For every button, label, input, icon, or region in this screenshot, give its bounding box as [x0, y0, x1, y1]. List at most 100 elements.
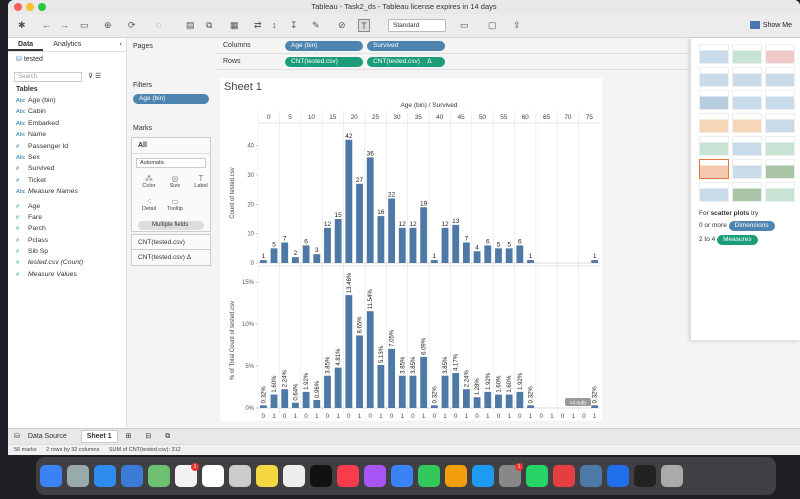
zoom-window-button[interactable]: [38, 3, 46, 11]
show-me-chart-thumbnail[interactable]: [732, 67, 762, 87]
marks-row-cnt-1[interactable]: CNT(tested.csv): [131, 234, 211, 250]
contacts-icon[interactable]: [229, 465, 251, 487]
tableau-icon[interactable]: [580, 465, 602, 487]
rows-pill-count[interactable]: CNT(tested.csv): [285, 56, 363, 67]
notes-icon[interactable]: [256, 465, 278, 487]
collapse-icon[interactable]: ‹: [120, 38, 126, 51]
show-me-chart-thumbnail[interactable]: [732, 44, 762, 64]
antivirus-icon[interactable]: [553, 465, 575, 487]
view-list-icon[interactable]: ☰: [95, 73, 101, 80]
show-me-chart-thumbnail[interactable]: [765, 90, 795, 110]
show-me-chart-thumbnail[interactable]: [732, 113, 762, 133]
tab-sheet-1[interactable]: Sheet 1: [80, 430, 118, 443]
swap-icon[interactable]: ⇄: [254, 19, 262, 32]
duplicate-icon[interactable]: ⧉: [206, 19, 212, 32]
columns-pill-survived[interactable]: Survived: [367, 40, 445, 51]
sort-asc-icon[interactable]: ↕: [272, 19, 277, 32]
field-item[interactable]: # Sib Sp: [8, 246, 126, 257]
close-window-button[interactable]: [14, 3, 22, 11]
field-item[interactable]: Abc Cabin: [8, 106, 126, 117]
tab-data-source[interactable]: ⛁ Data Source: [8, 433, 79, 440]
share-icon[interactable]: ⇪: [513, 19, 521, 32]
back-icon[interactable]: ←: [42, 19, 51, 32]
pages-card[interactable]: Pages: [127, 38, 215, 55]
tooltip-button[interactable]: ▭ Tooltip: [164, 197, 186, 217]
new-dashboard-icon[interactable]: ⊟: [139, 433, 157, 440]
filter-pill-age-bin[interactable]: Age (bin): [133, 94, 209, 104]
show-me-chart-thumbnail[interactable]: [699, 113, 729, 133]
refresh-icon[interactable]: ⟳: [128, 19, 136, 32]
field-item[interactable]: # Parch: [8, 223, 126, 234]
show-me-chart-thumbnail[interactable]: [732, 159, 762, 179]
appletv-icon[interactable]: [310, 465, 332, 487]
add-datasource-icon[interactable]: ⊕: [104, 19, 112, 32]
show-me-chart-thumbnail[interactable]: [732, 182, 762, 202]
show-me-chart-thumbnail[interactable]: [699, 67, 729, 87]
show-me-chart-thumbnail[interactable]: [732, 90, 762, 110]
group-icon[interactable]: ⊘: [338, 19, 346, 32]
field-item[interactable]: # Age: [8, 201, 126, 212]
size-button[interactable]: ◎ Size: [164, 174, 186, 194]
present-icon[interactable]: ▢: [488, 19, 497, 32]
safari-icon[interactable]: [94, 465, 116, 487]
show-me-chart-thumbnail[interactable]: [699, 182, 729, 202]
terminal-icon[interactable]: [634, 465, 656, 487]
maps-icon[interactable]: [148, 465, 170, 487]
filter-fields-icon[interactable]: ⊽: [88, 73, 93, 80]
new-story-icon[interactable]: ⧉: [159, 433, 176, 440]
datasource-item[interactable]: ⛁ tested: [8, 52, 126, 66]
mark-type-select[interactable]: Automatic: [136, 158, 206, 168]
show-me-chart-thumbnail[interactable]: [699, 44, 729, 64]
color-button[interactable]: ⁂ Color: [138, 174, 160, 194]
show-labels-icon[interactable]: T: [358, 19, 370, 32]
show-me-chart-thumbnail[interactable]: [765, 136, 795, 156]
sort-desc-icon[interactable]: ↧: [290, 19, 298, 32]
tab-data[interactable]: Data: [8, 38, 44, 51]
columns-pill-age-bin[interactable]: Age (bin): [285, 40, 363, 51]
field-item[interactable]: # Survived: [8, 163, 126, 174]
settings-icon[interactable]: 1: [499, 463, 523, 487]
keynote-icon[interactable]: [391, 465, 413, 487]
fix-axes-icon[interactable]: ▭: [460, 19, 469, 32]
mail-icon[interactable]: [121, 465, 143, 487]
appstore-icon[interactable]: [472, 465, 494, 487]
field-item[interactable]: # Measure Values: [8, 269, 126, 280]
field-item[interactable]: # Passenger Id: [8, 141, 126, 152]
detail-button[interactable]: ⁖ Detail: [138, 197, 160, 217]
new-sheet-icon[interactable]: ▤: [186, 19, 195, 32]
fit-select[interactable]: Standard: [388, 19, 446, 32]
field-item[interactable]: # Fare: [8, 212, 126, 223]
photos-icon[interactable]: 1: [175, 463, 199, 487]
highlight-icon[interactable]: ✎: [312, 19, 320, 32]
trash-icon[interactable]: [661, 465, 683, 487]
show-me-chart-thumbnail[interactable]: [699, 136, 729, 156]
show-me-chart-thumbnail[interactable]: [765, 159, 795, 179]
field-item[interactable]: Abc Sex: [8, 152, 126, 163]
field-item[interactable]: Abc Embarked: [8, 118, 126, 129]
show-me-chart-thumbnail[interactable]: [765, 44, 795, 64]
podcasts-icon[interactable]: [364, 465, 386, 487]
field-item[interactable]: # Ticket: [8, 175, 126, 186]
field-item[interactable]: Abc Name: [8, 129, 126, 140]
show-me-chart-thumbnail[interactable]: [732, 136, 762, 156]
forward-icon[interactable]: →: [60, 19, 69, 32]
numbers-icon[interactable]: [418, 465, 440, 487]
whatsapp-icon[interactable]: [526, 465, 548, 487]
clear-icon[interactable]: ▦: [230, 19, 239, 32]
show-me-button[interactable]: Show Me: [749, 19, 792, 32]
marks-row-cnt-2[interactable]: CNT(tested.csv) Δ: [131, 250, 211, 266]
freeform-icon[interactable]: [283, 465, 305, 487]
field-item[interactable]: # tested.csv (Count): [8, 257, 126, 268]
tableau-logo-icon[interactable]: ✱: [18, 19, 26, 32]
field-item[interactable]: # Pclass: [8, 235, 126, 246]
marks-all-tab[interactable]: All: [132, 138, 210, 154]
pages-icon[interactable]: [445, 465, 467, 487]
calendar-icon[interactable]: [202, 465, 224, 487]
columns-shelf[interactable]: Columns Age (bin) Survived: [215, 38, 690, 54]
pause-icon[interactable]: ◌: [156, 19, 161, 32]
tab-analytics[interactable]: Analytics: [43, 38, 91, 51]
rows-pill-count-pct[interactable]: CNT(tested.csv) Δ: [367, 56, 445, 67]
new-worksheet-icon[interactable]: ⊞: [120, 433, 138, 440]
field-item[interactable]: Abc Age (bin): [8, 95, 126, 106]
search-input[interactable]: Search: [14, 72, 82, 82]
